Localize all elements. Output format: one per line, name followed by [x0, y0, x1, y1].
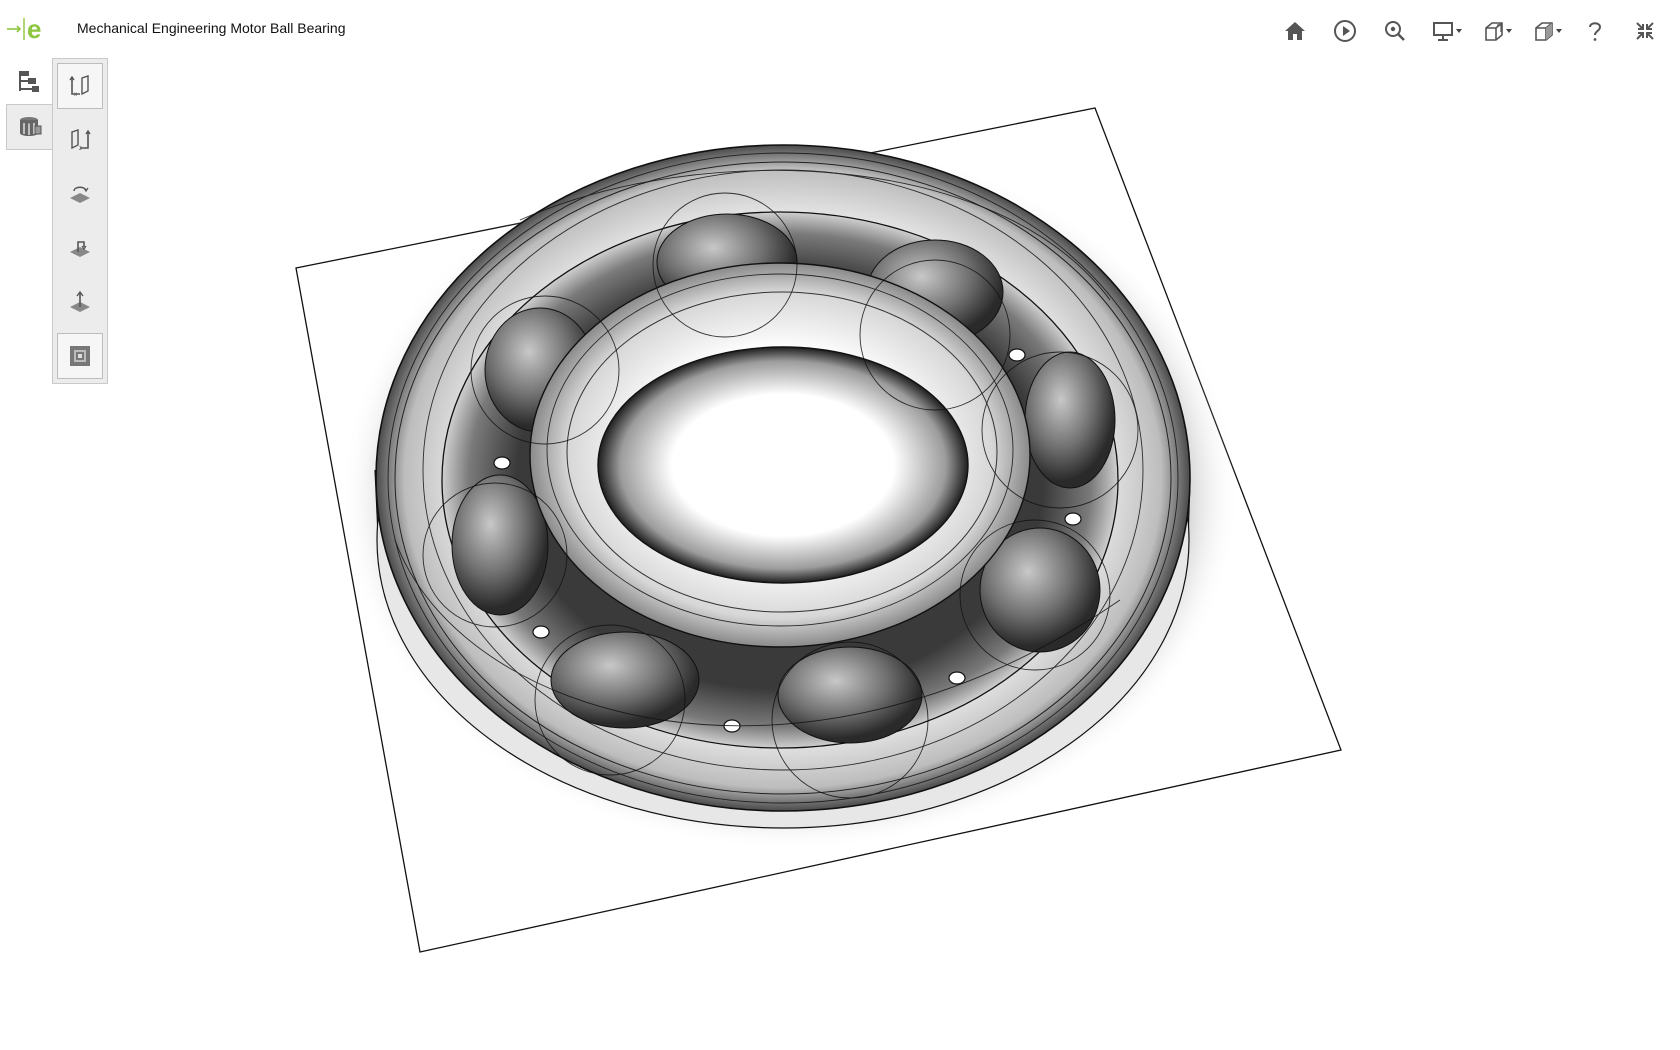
tab-model-tree[interactable] — [6, 58, 52, 104]
view-bottom-button[interactable] — [57, 279, 103, 325]
collapse-button[interactable] — [1620, 14, 1670, 48]
model-viewport[interactable] — [110, 58, 1680, 1050]
display-button[interactable] — [1420, 14, 1470, 48]
view-side-icon — [70, 241, 90, 257]
display-monitor-icon — [1433, 22, 1453, 41]
page-title: Mechanical Engineering Motor Ball Bearin… — [77, 20, 346, 36]
dropdown-caret-icon — [1506, 29, 1512, 33]
views-icon — [19, 117, 41, 136]
view-isometric-button[interactable] — [57, 333, 103, 379]
view-top-icon — [70, 186, 90, 203]
view-front-button[interactable]: x — [57, 63, 103, 109]
app-logo[interactable]: e — [5, 12, 49, 46]
svg-text:x: x — [74, 92, 77, 98]
tab-views[interactable] — [6, 104, 52, 150]
view-top-button[interactable] — [57, 171, 103, 217]
view-isometric-icon — [70, 346, 90, 366]
view-cube-button[interactable] — [1520, 14, 1570, 48]
bore — [597, 346, 969, 584]
dropdown-caret-icon — [1556, 29, 1562, 33]
model-tree-icon — [19, 71, 39, 92]
home-button[interactable] — [1270, 14, 1320, 48]
ball — [1024, 351, 1116, 489]
logo-letter: e — [27, 14, 41, 44]
dropdown-caret-icon — [1456, 29, 1462, 33]
help-button[interactable] — [1570, 14, 1620, 48]
view-side-button[interactable] — [57, 225, 103, 271]
home-icon — [1285, 22, 1305, 40]
left-tab-strip — [6, 58, 52, 150]
standard-views-panel: x z — [52, 58, 108, 384]
collapse-icon — [1636, 22, 1654, 40]
section-view-button[interactable] — [1470, 14, 1520, 48]
view-back-icon: z — [71, 129, 91, 152]
view-back-button[interactable]: z — [57, 117, 103, 163]
bearing-model — [295, 107, 1342, 953]
ball — [777, 646, 923, 744]
play-button[interactable] — [1320, 14, 1370, 48]
zoom-search-icon — [1385, 21, 1405, 41]
view-cube-icon — [1535, 22, 1553, 41]
top-toolbar — [1270, 14, 1670, 48]
zoom-button[interactable] — [1370, 14, 1420, 48]
ball — [451, 474, 549, 616]
svg-text:z: z — [79, 146, 82, 152]
view-front-icon: x — [69, 75, 89, 98]
help-icon — [1589, 22, 1602, 41]
app-header: e Mechanical Engineering Motor Ball Bear… — [0, 0, 1680, 58]
section-view-icon — [1485, 22, 1503, 41]
view-bottom-icon — [70, 290, 90, 312]
play-icon — [1334, 20, 1356, 42]
